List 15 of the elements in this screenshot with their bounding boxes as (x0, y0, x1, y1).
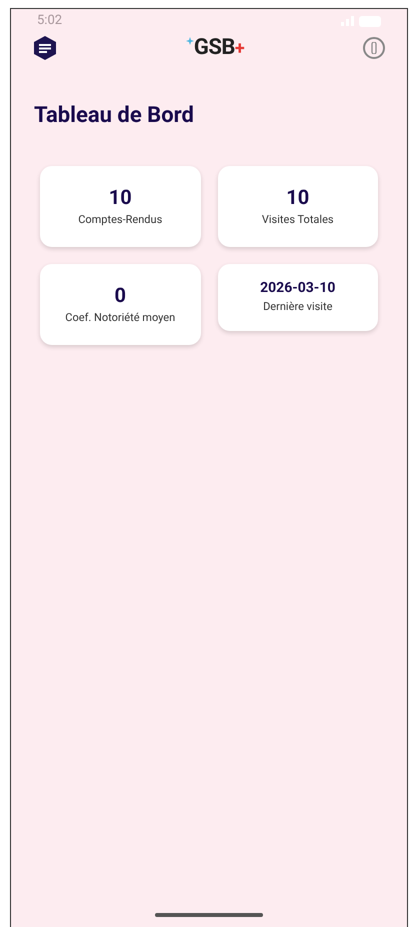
stat-label: Coef. Notoriété moyen (65, 310, 176, 326)
page-title: Tableau de Bord (34, 102, 195, 130)
menu-icon (34, 36, 56, 60)
stat-value: 10 (286, 184, 310, 210)
logo-text: GSB+ (194, 37, 244, 59)
stat-value: 2026-03-10 (260, 280, 336, 297)
stat-label: Visites Totales (262, 212, 334, 228)
stat-value: 10 (108, 184, 132, 210)
info-button[interactable] (362, 37, 385, 59)
sparkle-icon (186, 37, 194, 45)
menu-button[interactable] (33, 36, 57, 60)
stat-label: Comptes-Rendus (78, 212, 162, 228)
stat-value: 0 (114, 282, 126, 308)
stat-label: Dernière visite (263, 299, 332, 315)
status-time: 5:02 (37, 12, 62, 30)
